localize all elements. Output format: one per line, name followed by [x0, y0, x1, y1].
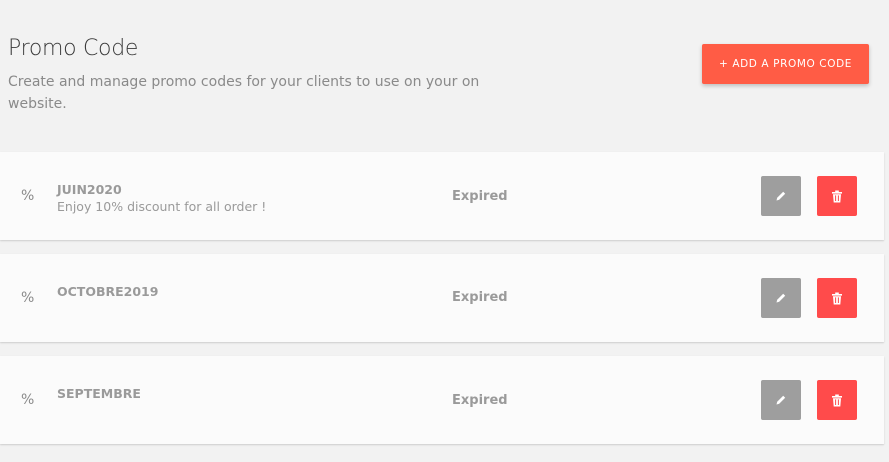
trash-icon [832, 190, 842, 202]
page-subtitle: Create and manage promo codes for your c… [8, 74, 480, 112]
pencil-icon [776, 395, 786, 405]
promo-code-name: JUIN2020 [57, 182, 122, 197]
promo-code-description: Enjoy 10% discount for all order ! [57, 199, 267, 214]
promo-code-row: % SEPTEMBRE Expired [0, 356, 884, 444]
pencil-icon [776, 293, 786, 303]
page-header: Promo Code Create and manage promo codes… [8, 36, 528, 115]
delete-button[interactable] [817, 380, 857, 420]
promo-code-status: Expired [452, 290, 508, 305]
delete-button[interactable] [817, 176, 857, 216]
edit-button[interactable] [761, 380, 801, 420]
page-title: Promo Code [8, 36, 139, 61]
promo-code-name: SEPTEMBRE [57, 386, 141, 401]
promo-code-name: OCTOBRE2019 [57, 284, 159, 299]
edit-button[interactable] [761, 278, 801, 318]
trash-icon [832, 292, 842, 304]
promo-code-status: Expired [452, 189, 508, 204]
percent-icon: % [21, 392, 35, 408]
add-promo-code-button[interactable]: + ADD A PROMO CODE [702, 44, 869, 84]
pencil-icon [776, 191, 786, 201]
delete-button[interactable] [817, 278, 857, 318]
percent-icon: % [21, 188, 35, 204]
trash-icon [832, 394, 842, 406]
percent-icon: % [21, 290, 35, 306]
promo-code-status: Expired [452, 393, 508, 408]
edit-button[interactable] [761, 176, 801, 216]
promo-code-row: % OCTOBRE2019 Expired [0, 254, 884, 342]
promo-code-row: % JUIN2020 Enjoy 10% discount for all or… [0, 152, 884, 240]
